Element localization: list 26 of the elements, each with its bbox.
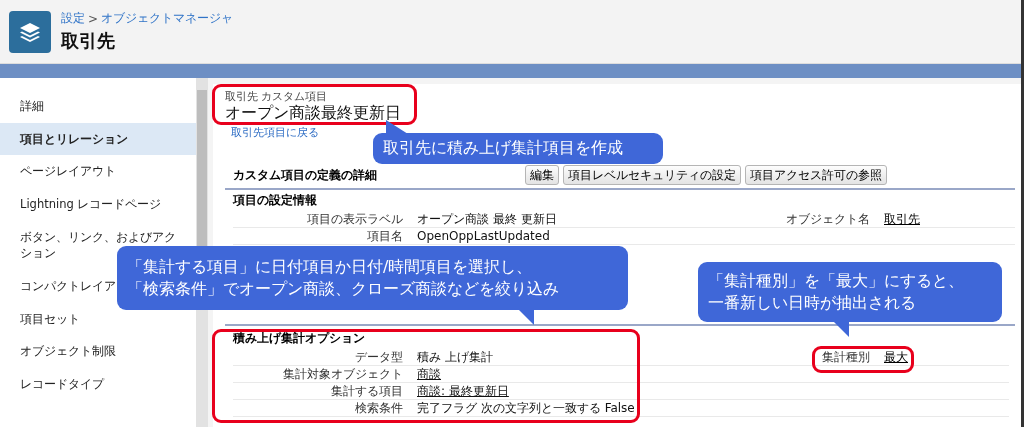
callout-text: 一番新しい日時が抽出される (708, 292, 917, 314)
field-label: オブジェクト名 (786, 212, 870, 226)
page-title: 取引先 (61, 29, 116, 53)
field-title: オープン商談最終更新日 (225, 104, 401, 122)
field-value: オープン商談 最終 更新日 (417, 212, 558, 226)
field-value: 最大 (884, 350, 909, 364)
field-label: 項目名 (366, 229, 403, 243)
field-value: OpenOppLastUpdated (417, 229, 551, 243)
section-title: カスタム項目の定義の詳細 (233, 167, 377, 182)
field-value: 取引先 (884, 212, 921, 226)
field-label: 検索条件 (354, 401, 403, 415)
subsection-title: 項目の設定情報 (233, 192, 317, 209)
field-label: 項目の表示ラベル (306, 212, 403, 226)
callout-text: 「検索条件」でオープン商談、クローズ商談などを絞り込み (127, 278, 560, 300)
field-label: 集計する項目 (330, 384, 403, 398)
callout-text: 取引先に積み上げ集計項目を作成 (383, 137, 624, 160)
field-value: 積み 上げ集計 (417, 350, 494, 364)
breadcrumb-separator: > (88, 11, 99, 26)
field-label: 集計対象オブジェクト (282, 367, 403, 381)
field-label: データ型 (354, 350, 403, 364)
callout-text: 「集計する項目」に日付項目か日付/時間項目を選択し、 (127, 255, 534, 278)
object-label: 取引先 カスタム項目 (225, 90, 328, 104)
field-value: 完了フラグ 次の文字列と一致する False (417, 401, 636, 415)
field-label: 集計種別 (821, 350, 870, 364)
subsection-title: 積み上げ集計オプション (233, 330, 365, 347)
callout-text: 「集計種別」を「最大」にすると、 (708, 269, 965, 292)
